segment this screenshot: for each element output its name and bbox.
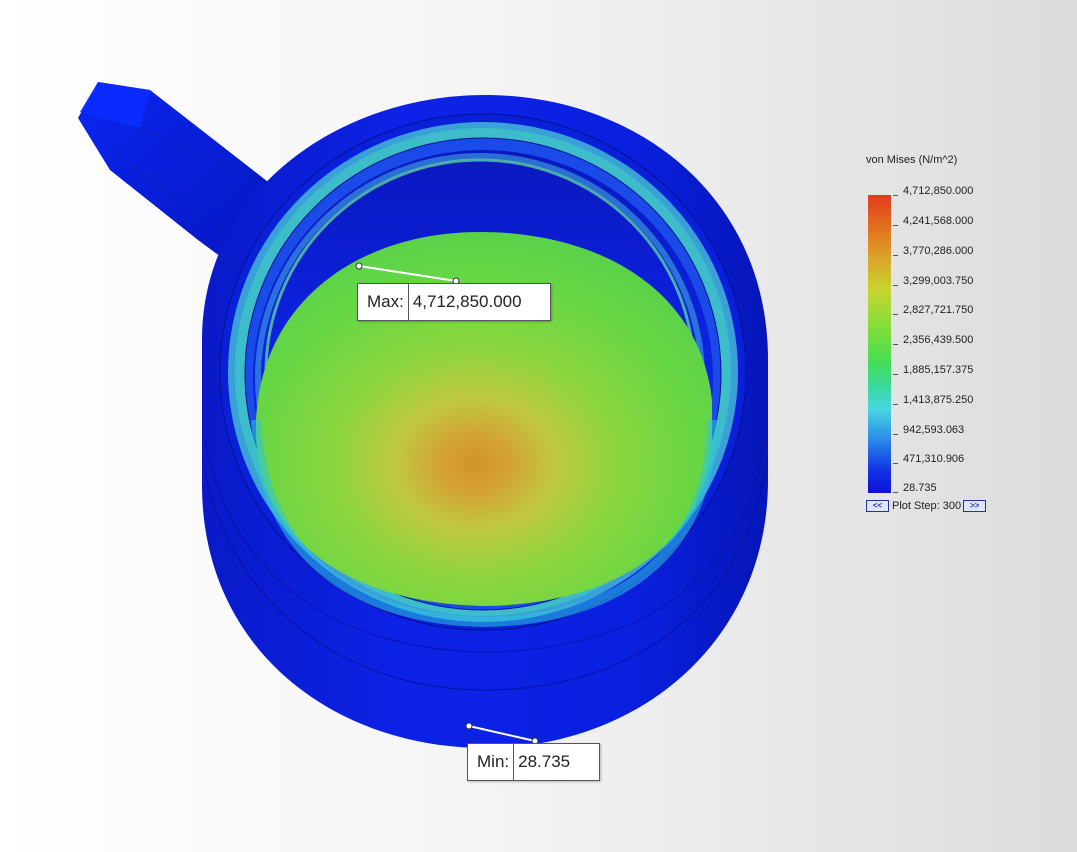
double-left-arrow-icon[interactable]: << [866, 500, 889, 512]
legend-label: 1,413,875.250 [903, 394, 974, 406]
min-label: Min: [468, 744, 515, 780]
legend-label: 4,712,850.000 [903, 185, 974, 197]
min-value: 28.735 [518, 752, 571, 771]
legend-label: 1,885,157.375 [903, 364, 974, 376]
plot-step-control: << Plot Step: 300 >> [866, 499, 987, 513]
double-right-arrow-icon[interactable]: >> [963, 500, 987, 512]
legend-title: von Mises (N/m^2) [866, 154, 958, 166]
max-label: Max: [358, 284, 409, 320]
legend-label: 471,310.906 [903, 453, 965, 465]
legend-tick [893, 285, 898, 286]
legend-tick [893, 344, 898, 345]
legend-label: 2,827,721.750 [903, 304, 974, 316]
max-value-callout[interactable]: Max: 4,712,850.000 [357, 283, 551, 321]
legend-tick [893, 195, 898, 196]
legend-tick [893, 492, 898, 493]
legend-tick [893, 404, 898, 405]
legend-label: 3,299,003.750 [903, 275, 974, 287]
legend-tick [893, 374, 898, 375]
legend-label: 2,356,439.500 [903, 334, 974, 346]
legend-label: 4,241,568.000 [903, 215, 974, 227]
legend-color-bar [868, 195, 891, 493]
min-value-callout[interactable]: Min: 28.735 [467, 743, 600, 781]
legend-tick [893, 255, 898, 256]
legend-tick [893, 434, 898, 435]
legend-tick [893, 314, 898, 315]
legend-label: 28.735 [903, 482, 937, 494]
legend-label: 3,770,286.000 [903, 245, 974, 257]
legend-tick [893, 463, 898, 464]
plot-step-label: Plot Step: 300 [892, 500, 962, 512]
max-value: 4,712,850.000 [412, 292, 522, 311]
legend-tick [893, 225, 898, 226]
legend-label: 942,593.063 [903, 424, 965, 436]
